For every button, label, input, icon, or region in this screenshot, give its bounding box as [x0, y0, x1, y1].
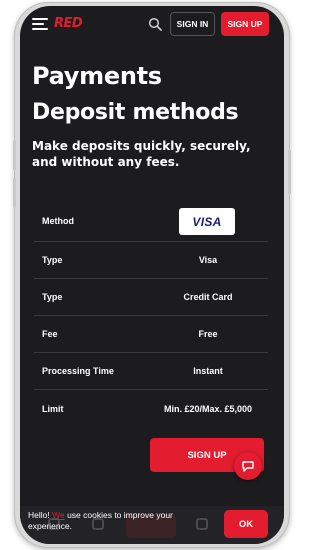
brand-logo[interactable]: RED	[54, 16, 83, 31]
row-label: Type	[42, 292, 63, 302]
table-row: Fee Free	[34, 316, 268, 353]
cookie-ok-button[interactable]: OK	[224, 510, 268, 538]
page-description: Make deposits quickly, securely, and wit…	[32, 139, 251, 169]
volume-down-button	[13, 178, 16, 208]
hamburger-menu-icon[interactable]	[32, 18, 48, 30]
sign-in-button[interactable]: SIGN IN	[170, 12, 215, 36]
table-row: Limit Min. £20/Max. £5,000	[34, 390, 268, 427]
table-row: Type Visa	[34, 242, 268, 279]
casino-nav-icon[interactable]	[196, 518, 208, 530]
app-screen: RED SIGN IN SIGN UP Payments Deposit met…	[20, 6, 284, 544]
row-label: Type	[42, 255, 63, 265]
row-label: Fee	[42, 329, 58, 339]
table-row: Processing Time Instant	[34, 353, 268, 390]
page-title: Payments	[32, 62, 162, 90]
chat-icon[interactable]	[234, 452, 262, 480]
row-value: Visa	[198, 255, 218, 265]
search-icon[interactable]	[148, 17, 162, 31]
top-bar: RED SIGN IN SIGN UP	[20, 6, 284, 40]
cookie-banner-text: Hello! We use cookies to improve your ex…	[28, 510, 173, 531]
row-label: Processing Time	[42, 366, 114, 376]
cookie-policy-link[interactable]: We	[52, 510, 65, 520]
table-row-method: Method VISA	[34, 200, 268, 242]
row-value: Credit Card	[183, 292, 233, 302]
page-subtitle: Deposit methods	[32, 100, 239, 125]
row-label: Limit	[42, 403, 64, 414]
visa-logo-icon: VISA	[179, 208, 235, 235]
volume-up-button	[13, 140, 16, 170]
power-button	[288, 150, 291, 194]
row-value: Instant	[193, 366, 223, 376]
row-label: Method	[42, 215, 74, 226]
payment-method-table: Method VISA Type Visa Type Credit Card F…	[34, 200, 268, 427]
row-value: Free	[198, 329, 218, 339]
sign-up-button[interactable]: SIGN UP	[221, 12, 269, 36]
row-value: Min. £20/Max. £5,000	[163, 403, 253, 414]
table-row: Type Credit Card	[34, 279, 268, 316]
